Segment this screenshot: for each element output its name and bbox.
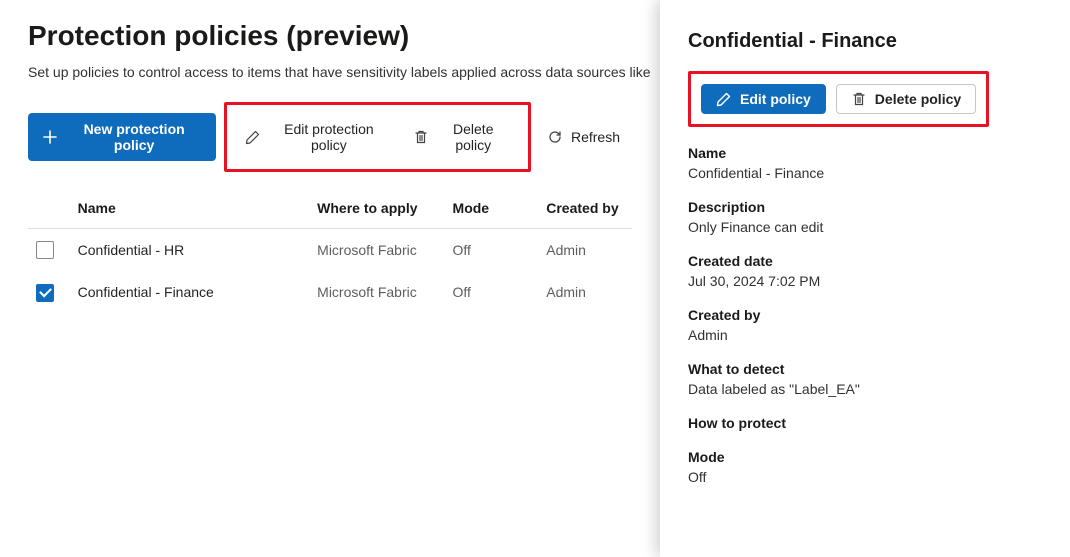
new-protection-policy-button[interactable]: New protection policy [28,113,216,161]
pencil-icon [716,91,732,107]
panel-edit-policy-button[interactable]: Edit policy [701,84,826,114]
col-mode[interactable]: Mode [445,188,539,229]
field-label-description: Description [688,199,1042,215]
highlight-panel-actions: Edit policy Delete policy [688,71,989,127]
panel-delete-label: Delete policy [875,91,961,107]
row-created-by: Admin [538,229,632,272]
delete-policy-button[interactable]: Delete policy [401,113,522,161]
panel-edit-label: Edit policy [740,91,811,107]
main-content: Protection policies (preview) Set up pol… [0,0,660,334]
edit-policy-label: Edit protection policy [269,121,388,153]
col-created-by[interactable]: Created by [538,188,632,229]
highlight-edit-delete: Edit protection policy Delete policy [224,102,531,172]
row-checkbox[interactable] [36,284,54,302]
table-row[interactable]: Confidential - HR Microsoft Fabric Off A… [28,229,632,272]
field-label-created-date: Created date [688,253,1042,269]
delete-policy-label: Delete policy [437,121,510,153]
refresh-icon [547,129,563,145]
field-label-created-by: Created by [688,307,1042,323]
page-subtitle: Set up policies to control access to ite… [28,64,632,80]
row-created-by: Admin [538,271,632,313]
col-name[interactable]: Name [70,188,310,229]
row-where: Microsoft Fabric [309,229,444,272]
field-value-created-date: Jul 30, 2024 7:02 PM [688,273,1042,289]
policies-table: Name Where to apply Mode Created by Conf… [28,188,632,314]
field-label-name: Name [688,145,1042,161]
edit-protection-policy-button[interactable]: Edit protection policy [233,113,400,161]
field-value-created-by: Admin [688,327,1042,343]
col-check [28,188,70,229]
col-where[interactable]: Where to apply [309,188,444,229]
field-value-what-to-detect: Data labeled as "Label_EA" [688,381,1042,397]
panel-delete-policy-button[interactable]: Delete policy [836,84,976,114]
trash-icon [851,91,867,107]
field-value-description: Only Finance can edit [688,219,1042,235]
field-label-what-to-detect: What to detect [688,361,1042,377]
field-value-mode: Off [688,469,1042,485]
row-mode: Off [445,271,539,313]
trash-icon [413,129,429,145]
row-name: Confidential - Finance [70,271,310,313]
page-title: Protection policies (preview) [28,20,632,52]
row-mode: Off [445,229,539,272]
refresh-label: Refresh [571,129,620,145]
refresh-button[interactable]: Refresh [535,121,632,153]
row-checkbox[interactable] [36,241,54,259]
panel-title: Confidential - Finance [688,30,1042,53]
toolbar: New protection policy Edit protection po… [28,102,632,172]
field-value-name: Confidential - Finance [688,165,1042,181]
row-name: Confidential - HR [70,229,310,272]
row-where: Microsoft Fabric [309,271,444,313]
field-label-how-to-protect: How to protect [688,415,1042,431]
new-policy-label: New protection policy [66,121,202,153]
pencil-icon [245,129,261,145]
table-row[interactable]: Confidential - Finance Microsoft Fabric … [28,271,632,313]
plus-icon [42,129,58,145]
details-panel: Confidential - Finance Edit policy Delet… [660,0,1070,557]
field-label-mode: Mode [688,449,1042,465]
